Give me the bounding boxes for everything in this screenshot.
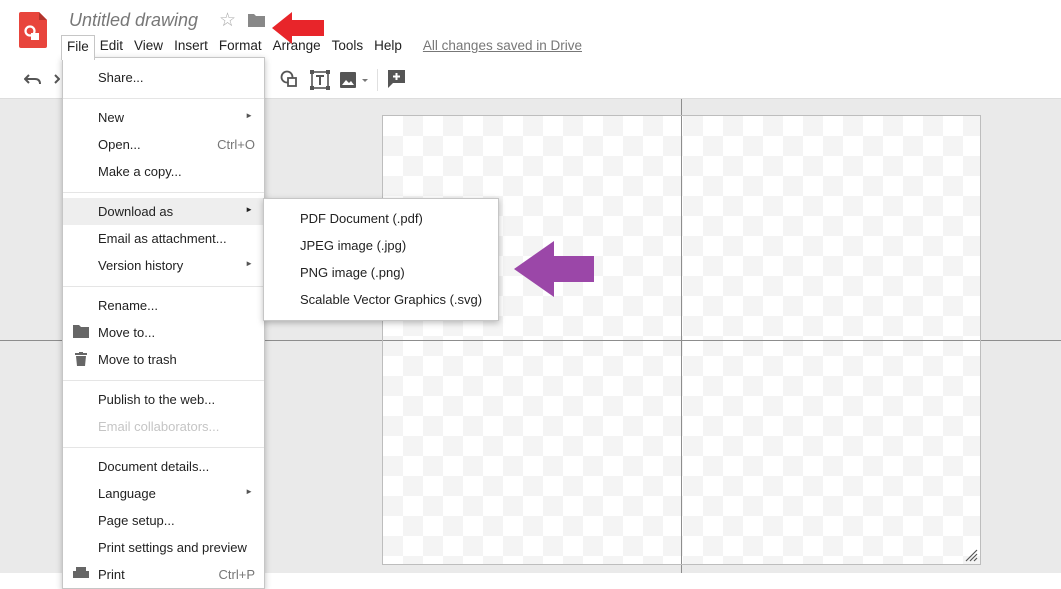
menu-item-rename[interactable]: Rename... [63,292,264,319]
file-menu-dropdown: Share... New ► Open... Ctrl+O Make a cop… [62,57,265,589]
add-comment-icon[interactable] [388,70,405,88]
menu-item-label: New [98,110,125,125]
submenu-arrow-icon: ► [245,111,253,120]
menu-item-print[interactable]: Print Ctrl+P [63,561,264,588]
menu-item-move-to[interactable]: Move to... [63,319,264,346]
drawings-logo-icon[interactable] [19,12,47,48]
purple-annotation-arrow-icon [514,241,594,297]
toolbar-divider [377,69,378,91]
menu-help[interactable]: Help [368,34,408,57]
menu-item-version-history[interactable]: Version history ► [63,252,264,279]
menu-divider [63,286,264,287]
document-title[interactable]: Untitled drawing [69,10,198,31]
menu-file[interactable]: File [61,34,95,60]
menu-divider [63,192,264,193]
menu-item-label: Email as attachment... [98,231,227,246]
printer-icon [73,567,89,578]
submenu-arrow-icon: ► [245,259,253,268]
menu-item-publish[interactable]: Publish to the web... [63,386,264,413]
text-box-icon[interactable] [310,70,330,90]
menu-item-make-copy[interactable]: Make a copy... [63,158,264,185]
download-as-submenu: PDF Document (.pdf) JPEG image (.jpg) PN… [263,198,499,321]
menu-insert[interactable]: Insert [168,34,214,57]
menu-item-new[interactable]: New ► [63,104,264,131]
menu-item-document-details[interactable]: Document details... [63,453,264,480]
download-pdf[interactable]: PDF Document (.pdf) [264,205,498,232]
submenu-arrow-icon: ► [245,205,253,214]
menu-item-language[interactable]: Language ► [63,480,264,507]
menu-item-label: Document details... [98,459,210,474]
menu-divider [63,98,264,99]
menu-item-email-attachment[interactable]: Email as attachment... [63,225,264,252]
menu-item-label: Print [98,567,125,582]
menu-divider [63,447,264,448]
menu-item-label: Publish to the web... [98,392,216,407]
submenu-item-label: JPEG image (.jpg) [300,238,407,253]
menu-shortcut: Ctrl+P [218,567,255,582]
menu-item-label: Open... [98,137,141,152]
submenu-arrow-icon: ► [245,487,253,496]
download-png[interactable]: PNG image (.png) [264,259,498,286]
star-icon[interactable]: ☆ [219,9,236,32]
menu-item-label: Page setup... [98,513,175,528]
submenu-item-label: Scalable Vector Graphics (.svg) [300,292,483,307]
menu-item-label: Language [98,486,156,501]
menu-item-page-setup[interactable]: Page setup... [63,507,264,534]
menu-view[interactable]: View [128,34,169,57]
drawing-canvas[interactable] [382,115,981,565]
menu-tools[interactable]: Tools [326,34,370,57]
menu-shortcut: Ctrl+O [217,137,255,152]
shape-icon[interactable] [280,70,298,88]
undo-icon[interactable] [24,72,42,86]
download-jpeg[interactable]: JPEG image (.jpg) [264,232,498,259]
resize-handle-icon[interactable] [964,548,978,562]
canvas-center-horizontal-line [383,340,980,341]
folder-icon [73,325,89,338]
menu-item-label: Move to... [98,325,156,340]
folder-icon[interactable] [248,13,265,27]
menu-item-label: Share... [98,70,144,85]
menu-item-label: Move to trash [98,352,177,367]
download-svg[interactable]: Scalable Vector Graphics (.svg) [264,286,498,313]
menu-item-label: Email collaborators... [98,419,220,434]
menu-divider [63,380,264,381]
image-icon[interactable] [340,72,370,88]
menu-edit[interactable]: Edit [94,34,129,57]
submenu-item-label: PNG image (.png) [300,265,405,280]
menu-item-open[interactable]: Open... Ctrl+O [63,131,264,158]
menu-item-label: Version history [98,258,184,273]
menu-item-label: Print settings and preview [98,540,247,555]
trash-icon [75,352,87,366]
menu-item-print-settings[interactable]: Print settings and preview [63,534,264,561]
save-status-link[interactable]: All changes saved in Drive [423,38,582,53]
menu-item-download-as[interactable]: Download as ► [63,198,264,225]
red-annotation-arrow-icon [272,12,324,44]
redo-icon[interactable] [46,72,60,86]
menu-item-email-collaborators: Email collaborators... [63,413,264,440]
menu-item-move-to-trash[interactable]: Move to trash [63,346,264,373]
menu-format[interactable]: Format [213,34,268,57]
menu-item-label: Download as [98,204,174,219]
submenu-item-label: PDF Document (.pdf) [300,211,423,226]
menu-item-label: Rename... [98,298,158,313]
app-header: Untitled drawing ☆ File Edit View Insert… [0,0,1061,63]
menu-item-share[interactable]: Share... [63,64,264,91]
menu-item-label: Make a copy... [98,164,182,179]
